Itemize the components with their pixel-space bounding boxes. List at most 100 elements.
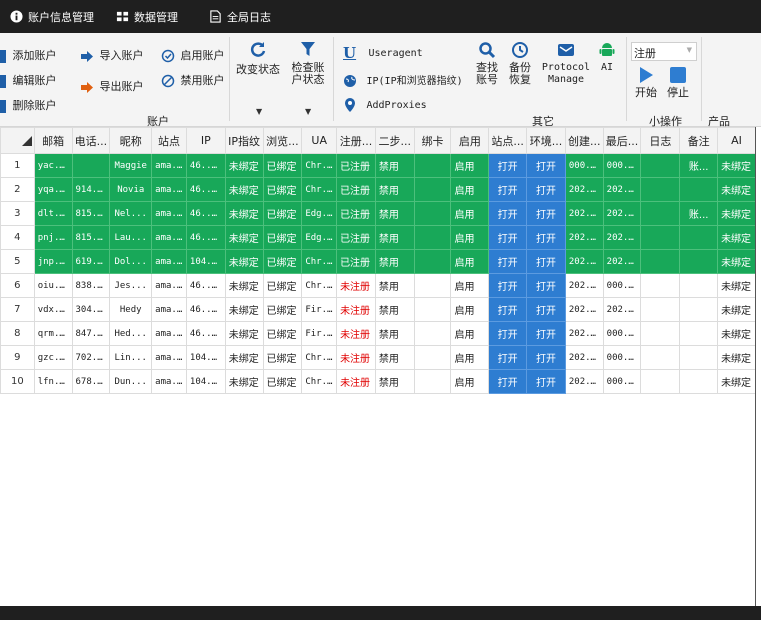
column-header[interactable]: 二步... bbox=[374, 127, 415, 154]
column-header[interactable]: 备注 bbox=[679, 127, 719, 154]
column-header[interactable]: 创建... bbox=[564, 127, 604, 154]
open-env-button[interactable]: 打开 bbox=[526, 249, 566, 274]
grid-right-border bbox=[755, 127, 761, 606]
open-env-button[interactable]: 打开 bbox=[526, 225, 566, 250]
column-header[interactable]: 环境... bbox=[526, 127, 566, 154]
disable-account-button[interactable]: 禁用账户 bbox=[161, 72, 225, 88]
row-number[interactable]: 7 bbox=[0, 297, 35, 322]
open-env-button[interactable]: 打开 bbox=[526, 201, 566, 226]
select-all-corner[interactable] bbox=[0, 127, 35, 154]
add-account-button[interactable]: 添加账户 bbox=[0, 47, 57, 63]
open-env-button[interactable]: 打开 bbox=[526, 297, 566, 322]
useragent-button[interactable]: U Useragent bbox=[343, 44, 423, 62]
table-row[interactable]: 2 yqa... 914... Novia ama... 46.... 未绑定 已绑定 Chr.… bbox=[0, 177, 756, 202]
column-header[interactable]: 注册... bbox=[336, 127, 376, 154]
table-cell: 未绑定 bbox=[717, 321, 756, 346]
stop-button[interactable]: 停止 bbox=[666, 66, 690, 99]
ip-fingerprint-button[interactable]: IP(IP和浏览器指纹) bbox=[343, 72, 463, 88]
operation-select[interactable]: 注册 ▼ bbox=[631, 42, 697, 61]
open-site-button[interactable]: 打开 bbox=[488, 225, 528, 250]
column-header[interactable]: 绑卡 bbox=[413, 127, 452, 154]
export-account-button[interactable]: 导出账户 bbox=[80, 78, 144, 94]
table-cell: 未绑定 bbox=[224, 321, 264, 346]
column-header[interactable]: 电话... bbox=[71, 127, 111, 154]
tab-global-log[interactable]: 全局日志 bbox=[209, 0, 271, 33]
start-button[interactable]: 开始 bbox=[634, 66, 658, 99]
column-header[interactable]: 站点 bbox=[151, 127, 187, 154]
open-site-button[interactable]: 打开 bbox=[488, 177, 528, 202]
open-env-button[interactable]: 打开 bbox=[526, 369, 566, 394]
table-cell bbox=[679, 369, 719, 394]
check-status-button[interactable]: 检查账 户状态 bbox=[287, 41, 329, 86]
table-row[interactable]: 7 vdx... 304... Hedy ama... 46.... 未绑定 已绑定 Fir..… bbox=[0, 297, 756, 322]
import-account-button[interactable]: 导入账户 bbox=[80, 47, 144, 63]
delete-account-button[interactable]: 删除账户 bbox=[0, 97, 57, 113]
open-site-button[interactable]: 打开 bbox=[488, 321, 528, 346]
open-site-button[interactable]: 打开 bbox=[488, 273, 528, 298]
table-cell: 815... bbox=[71, 201, 111, 226]
row-number[interactable]: 10 bbox=[0, 369, 35, 394]
table-row[interactable]: 4 pnj... 815... Lau... ama... 46.... 未绑定 已绑定 Edg… bbox=[0, 225, 756, 250]
table-cell bbox=[413, 177, 452, 202]
edit-account-button[interactable]: 编辑账户 bbox=[0, 72, 57, 88]
table-row[interactable]: 6 oiu... 838... Jes... ama... 46.... 未绑定 已绑定 Chr… bbox=[0, 273, 756, 298]
table-row[interactable]: 8 qrm... 847... Hed... ama... 46.... 未绑定 已绑定 Fir… bbox=[0, 321, 756, 346]
column-header[interactable]: 邮箱 bbox=[33, 127, 73, 154]
table-row[interactable]: 9 gzc... 702... Lin... ama... 104... 未绑定 已绑定 Chr… bbox=[0, 345, 756, 370]
table-cell: 104... bbox=[185, 249, 226, 274]
row-number[interactable]: 2 bbox=[0, 177, 35, 202]
column-header[interactable]: 最后... bbox=[602, 127, 642, 154]
search-icon bbox=[479, 42, 496, 59]
table-cell: yqa... bbox=[33, 177, 73, 202]
column-header[interactable]: AI bbox=[717, 127, 756, 154]
table-cell: 000... bbox=[602, 273, 642, 298]
column-header[interactable]: 日志 bbox=[640, 127, 681, 154]
tab-account-info[interactable]: 账户信息管理 bbox=[10, 0, 94, 33]
open-site-button[interactable]: 打开 bbox=[488, 249, 528, 274]
open-site-button[interactable]: 打开 bbox=[488, 297, 528, 322]
table-cell bbox=[640, 273, 681, 298]
column-header[interactable]: 启用 bbox=[450, 127, 490, 154]
table-row[interactable]: 5 jnp... 619... Dol... ama... 104... 未绑定 已绑定 Chr… bbox=[0, 249, 756, 274]
open-site-button[interactable]: 打开 bbox=[488, 369, 528, 394]
row-number[interactable]: 3 bbox=[0, 201, 35, 226]
ai-button[interactable]: AI bbox=[594, 41, 620, 74]
open-env-button[interactable]: 打开 bbox=[526, 177, 566, 202]
row-number[interactable]: 9 bbox=[0, 345, 35, 370]
table-row[interactable]: 3 dlt... 815... Nel... ama... 46.... 未绑定 已绑定 Edg… bbox=[0, 201, 756, 226]
open-env-button[interactable]: 打开 bbox=[526, 321, 566, 346]
column-header[interactable]: 浏览... bbox=[262, 127, 303, 154]
tab-data-management[interactable]: 数据管理 bbox=[116, 0, 178, 33]
table-cell: 已注册 bbox=[336, 153, 376, 178]
protocol-manage-button[interactable]: Protocol Manage bbox=[540, 41, 592, 86]
find-account-button[interactable]: 查找 账号 bbox=[472, 41, 502, 86]
table-cell: Lin... bbox=[109, 345, 153, 370]
column-header[interactable]: 站点... bbox=[488, 127, 528, 154]
row-number[interactable]: 8 bbox=[0, 321, 35, 346]
open-env-button[interactable]: 打开 bbox=[526, 273, 566, 298]
group-separator bbox=[229, 37, 230, 121]
column-header[interactable]: IP bbox=[185, 127, 226, 154]
table-row[interactable]: 1 yac... Maggie ama... 46.... 未绑定 已绑定 Chr... 已注册… bbox=[0, 153, 756, 178]
column-header[interactable]: UA bbox=[301, 127, 338, 154]
row-number[interactable]: 5 bbox=[0, 249, 35, 274]
row-number[interactable]: 1 bbox=[0, 153, 35, 178]
open-site-button[interactable]: 打开 bbox=[488, 153, 528, 178]
open-site-button[interactable]: 打开 bbox=[488, 345, 528, 370]
column-header[interactable]: IP指纹 bbox=[224, 127, 264, 154]
open-site-button[interactable]: 打开 bbox=[488, 201, 528, 226]
enable-account-button[interactable]: 启用账户 bbox=[161, 47, 225, 63]
row-number[interactable]: 4 bbox=[0, 225, 35, 250]
table-row[interactable]: 10 lfn... 678... Dun... ama... 104... 未绑定 已绑定 Ch… bbox=[0, 369, 756, 394]
edit-account-label: 编辑账户 bbox=[12, 74, 57, 87]
backup-restore-button[interactable]: 备份 恢复 bbox=[505, 41, 535, 86]
chevron-down-icon[interactable]: ▼ bbox=[305, 107, 311, 116]
open-env-button[interactable]: 打开 bbox=[526, 153, 566, 178]
chevron-down-icon: ▼ bbox=[686, 46, 692, 54]
add-proxies-button[interactable]: AddProxies bbox=[343, 97, 427, 113]
change-status-button[interactable]: 改变状态 bbox=[232, 41, 284, 76]
open-env-button[interactable]: 打开 bbox=[526, 345, 566, 370]
column-header[interactable]: 昵称 bbox=[109, 127, 153, 154]
chevron-down-icon[interactable]: ▼ bbox=[256, 107, 262, 116]
row-number[interactable]: 6 bbox=[0, 273, 35, 298]
